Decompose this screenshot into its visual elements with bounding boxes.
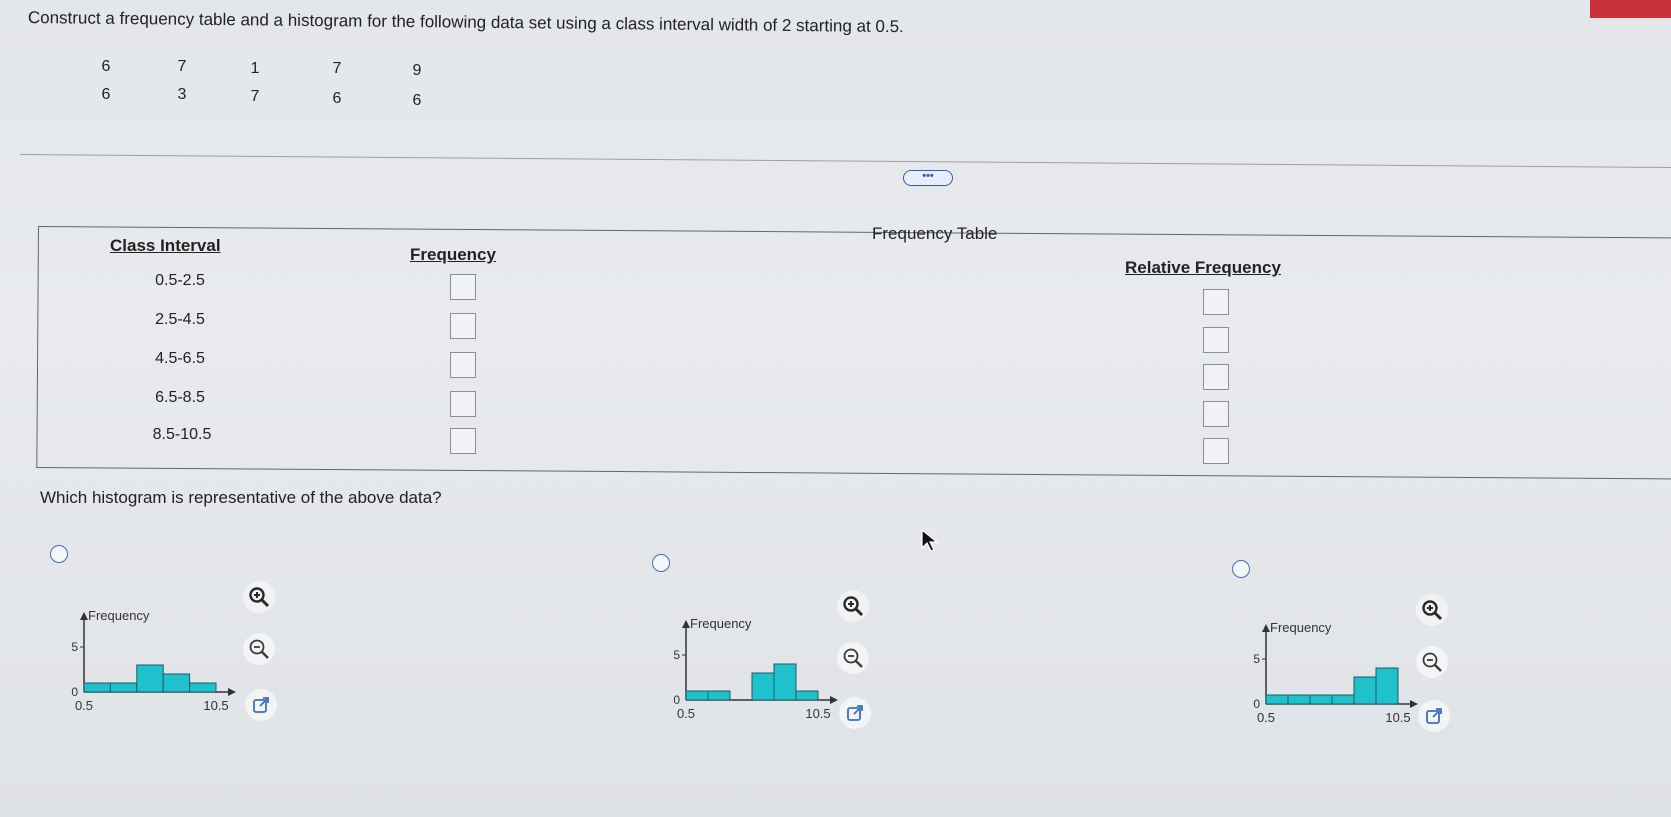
y-axis-label: Frequency xyxy=(88,608,150,623)
frequency-input[interactable] xyxy=(450,274,476,300)
frequency-table-frame xyxy=(36,226,1671,480)
zoom-out-icon xyxy=(249,639,269,659)
frequency-input[interactable] xyxy=(450,352,476,378)
zoom-out-button[interactable] xyxy=(837,642,869,674)
y-axis-arrow xyxy=(682,620,690,628)
data-value: 6 xyxy=(101,58,111,75)
histogram-bar xyxy=(1309,694,1333,705)
y-tick-label: 0 xyxy=(71,685,78,699)
histogram-option-a: 5 0 Frequency 0.5 10.5 xyxy=(71,608,236,713)
top-accent-bar xyxy=(1590,0,1671,18)
histogram-bar xyxy=(1265,694,1289,705)
data-value: 6 xyxy=(412,92,422,109)
data-value: 7 xyxy=(177,58,187,75)
x-tick-label: 10.5 xyxy=(203,698,228,713)
relative-frequency-input[interactable] xyxy=(1203,438,1229,464)
y-axis-label: Frequency xyxy=(1270,620,1332,635)
more-button[interactable]: ••• xyxy=(903,170,953,186)
zoom-in-icon xyxy=(843,596,864,617)
y-axis-arrow xyxy=(1262,624,1270,632)
y-axis-label: Frequency xyxy=(690,616,752,631)
zoom-out-icon xyxy=(1422,652,1442,672)
header-class-interval: Class Interval xyxy=(110,236,221,255)
popout-icon xyxy=(847,705,863,721)
y-tick-label: 5 xyxy=(1253,652,1260,666)
cursor-icon xyxy=(921,528,939,552)
histogram-bar xyxy=(707,690,731,701)
x-axis-arrow xyxy=(830,696,838,704)
histogram-question: Which histogram is representative of the… xyxy=(40,488,442,507)
popout-icon xyxy=(253,697,269,713)
x-tick-label: 10.5 xyxy=(805,706,830,721)
x-axis-arrow xyxy=(228,688,236,696)
x-tick-label: 10.5 xyxy=(1385,710,1410,725)
header-relative-frequency: Relative Frequency xyxy=(1125,258,1281,277)
class-interval-cell: 6.5-8.5 xyxy=(155,389,205,406)
popout-button[interactable] xyxy=(245,689,277,721)
histogram-bar xyxy=(83,682,111,693)
header-frequency: Frequency xyxy=(410,245,496,264)
option-radio-a[interactable] xyxy=(50,545,68,563)
class-interval-cell: 4.5-6.5 xyxy=(155,350,205,367)
class-interval-cell: 0.5-2.5 xyxy=(155,272,205,289)
zoom-out-icon xyxy=(843,648,863,668)
histogram-bar xyxy=(136,664,164,693)
histogram-bar xyxy=(751,672,775,701)
zoom-in-button[interactable] xyxy=(1416,594,1448,626)
popout-button[interactable] xyxy=(839,697,871,729)
histogram-bar xyxy=(795,690,819,701)
data-value: 3 xyxy=(177,86,187,103)
class-interval-cell: 8.5-10.5 xyxy=(152,426,212,443)
frequency-input[interactable] xyxy=(450,391,476,417)
histogram-bar xyxy=(1375,667,1399,705)
zoom-in-icon xyxy=(249,587,270,608)
y-axis-arrow xyxy=(80,612,88,620)
histogram-option-b: 5 0 Frequency 0.5 10.5 xyxy=(673,616,838,721)
zoom-out-button[interactable] xyxy=(243,633,275,665)
histogram-bar xyxy=(1353,676,1377,705)
data-value: 7 xyxy=(332,60,342,77)
relative-frequency-input[interactable] xyxy=(1203,289,1229,315)
relative-frequency-input[interactable] xyxy=(1203,401,1229,427)
y-tick-label: 0 xyxy=(1253,697,1260,711)
zoom-out-button[interactable] xyxy=(1416,646,1448,678)
relative-frequency-input[interactable] xyxy=(1203,327,1229,353)
data-value: 6 xyxy=(101,86,111,103)
zoom-in-button[interactable] xyxy=(837,590,869,622)
x-tick-label: 0.5 xyxy=(677,706,695,721)
frequency-input[interactable] xyxy=(450,428,476,454)
question-text: Construct a frequency table and a histog… xyxy=(27,8,904,37)
y-tick-label: 5 xyxy=(71,640,78,654)
option-radio-b[interactable] xyxy=(652,554,670,572)
zoom-in-icon xyxy=(1422,600,1443,621)
popout-icon xyxy=(1426,708,1442,724)
histogram-bar xyxy=(773,663,797,701)
data-value: 7 xyxy=(250,88,260,105)
zoom-in-button[interactable] xyxy=(243,581,275,613)
histogram-option-c: 5 0 Frequency 0.5 10.5 xyxy=(1253,620,1418,725)
popout-button[interactable] xyxy=(1418,700,1450,732)
option-radio-c[interactable] xyxy=(1232,560,1250,578)
histogram-bar xyxy=(1331,694,1355,705)
data-value: 9 xyxy=(412,62,422,79)
histogram-bar xyxy=(1287,694,1311,705)
histogram-bar xyxy=(685,690,709,701)
relative-frequency-input[interactable] xyxy=(1203,364,1229,390)
histogram-bar xyxy=(162,673,191,693)
data-value: 1 xyxy=(250,60,260,77)
separator-line xyxy=(19,154,1671,168)
histogram-bar xyxy=(189,682,217,693)
x-tick-label: 0.5 xyxy=(75,698,93,713)
frequency-input[interactable] xyxy=(450,313,476,339)
x-axis-arrow xyxy=(1410,700,1418,708)
x-tick-label: 0.5 xyxy=(1257,710,1275,725)
y-tick-label: 5 xyxy=(673,648,680,662)
class-interval-cell: 2.5-4.5 xyxy=(155,311,205,328)
table-title: Frequency Table xyxy=(872,224,998,243)
y-tick-label: 0 xyxy=(673,693,680,707)
histogram-bar xyxy=(109,682,138,693)
data-value: 6 xyxy=(332,90,342,107)
